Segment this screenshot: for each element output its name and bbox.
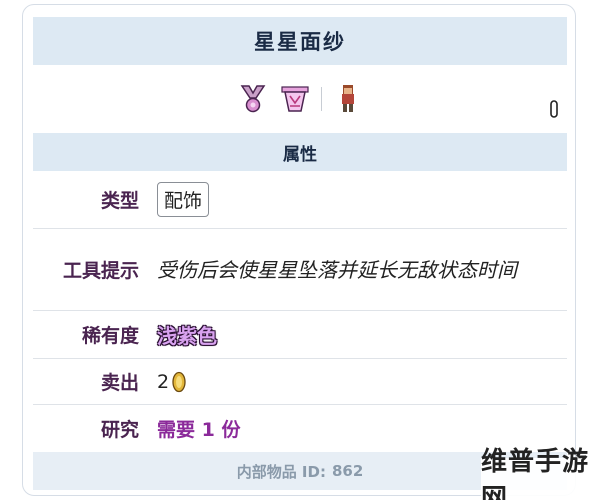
watermark-text: 维普手游网 [481, 447, 590, 500]
sell-value: 2 [157, 370, 170, 393]
item-infobox: 星星面纱 属性 类型 配饰 工具提示 受伤后会使星星坠落并延长无敌状态时间 稀有… [22, 4, 576, 496]
tooltip-row: 工具提示 受伤后会使星星坠落并延长无敌状态时间 [33, 229, 567, 311]
research-value: 需要 1 份 [157, 419, 241, 441]
type-label: 类型 [100, 190, 139, 212]
section-title: 属性 [283, 144, 317, 165]
item-title: 星星面纱 [254, 30, 346, 54]
tooltip-value: 受伤后会使星星坠落并延长无敌状态时间 [157, 257, 517, 282]
internal-id-label: 内部物品 ID: [236, 462, 326, 481]
sell-label: 卖出 [100, 372, 139, 394]
image-separator [320, 87, 322, 111]
gold-coin-icon [172, 371, 186, 392]
site-watermark: 维普手游网 [481, 447, 593, 500]
research-label: 研究 [100, 419, 139, 441]
type-row: 类型 配饰 [33, 171, 567, 229]
star-veil-equipped-icon[interactable] [279, 83, 311, 115]
rarity-label: 稀有度 [81, 325, 139, 347]
external-link-icon[interactable] [549, 100, 559, 118]
tooltip-label: 工具提示 [62, 260, 139, 282]
player-character-icon[interactable] [332, 83, 364, 115]
sell-row: 卖出 2 [33, 359, 567, 405]
rarity-row: 稀有度 浅紫色 [33, 311, 567, 359]
item-image-strip [33, 65, 567, 133]
star-veil-sprite-icon[interactable] [237, 83, 269, 115]
attributes-section-header: 属性 [33, 133, 567, 171]
internal-id-value: 862 [331, 462, 364, 480]
infobox-title-bar: 星星面纱 [33, 17, 567, 65]
type-tag-link[interactable]: 配饰 [157, 182, 210, 217]
rarity-value-link[interactable]: 浅紫色 [157, 320, 217, 349]
